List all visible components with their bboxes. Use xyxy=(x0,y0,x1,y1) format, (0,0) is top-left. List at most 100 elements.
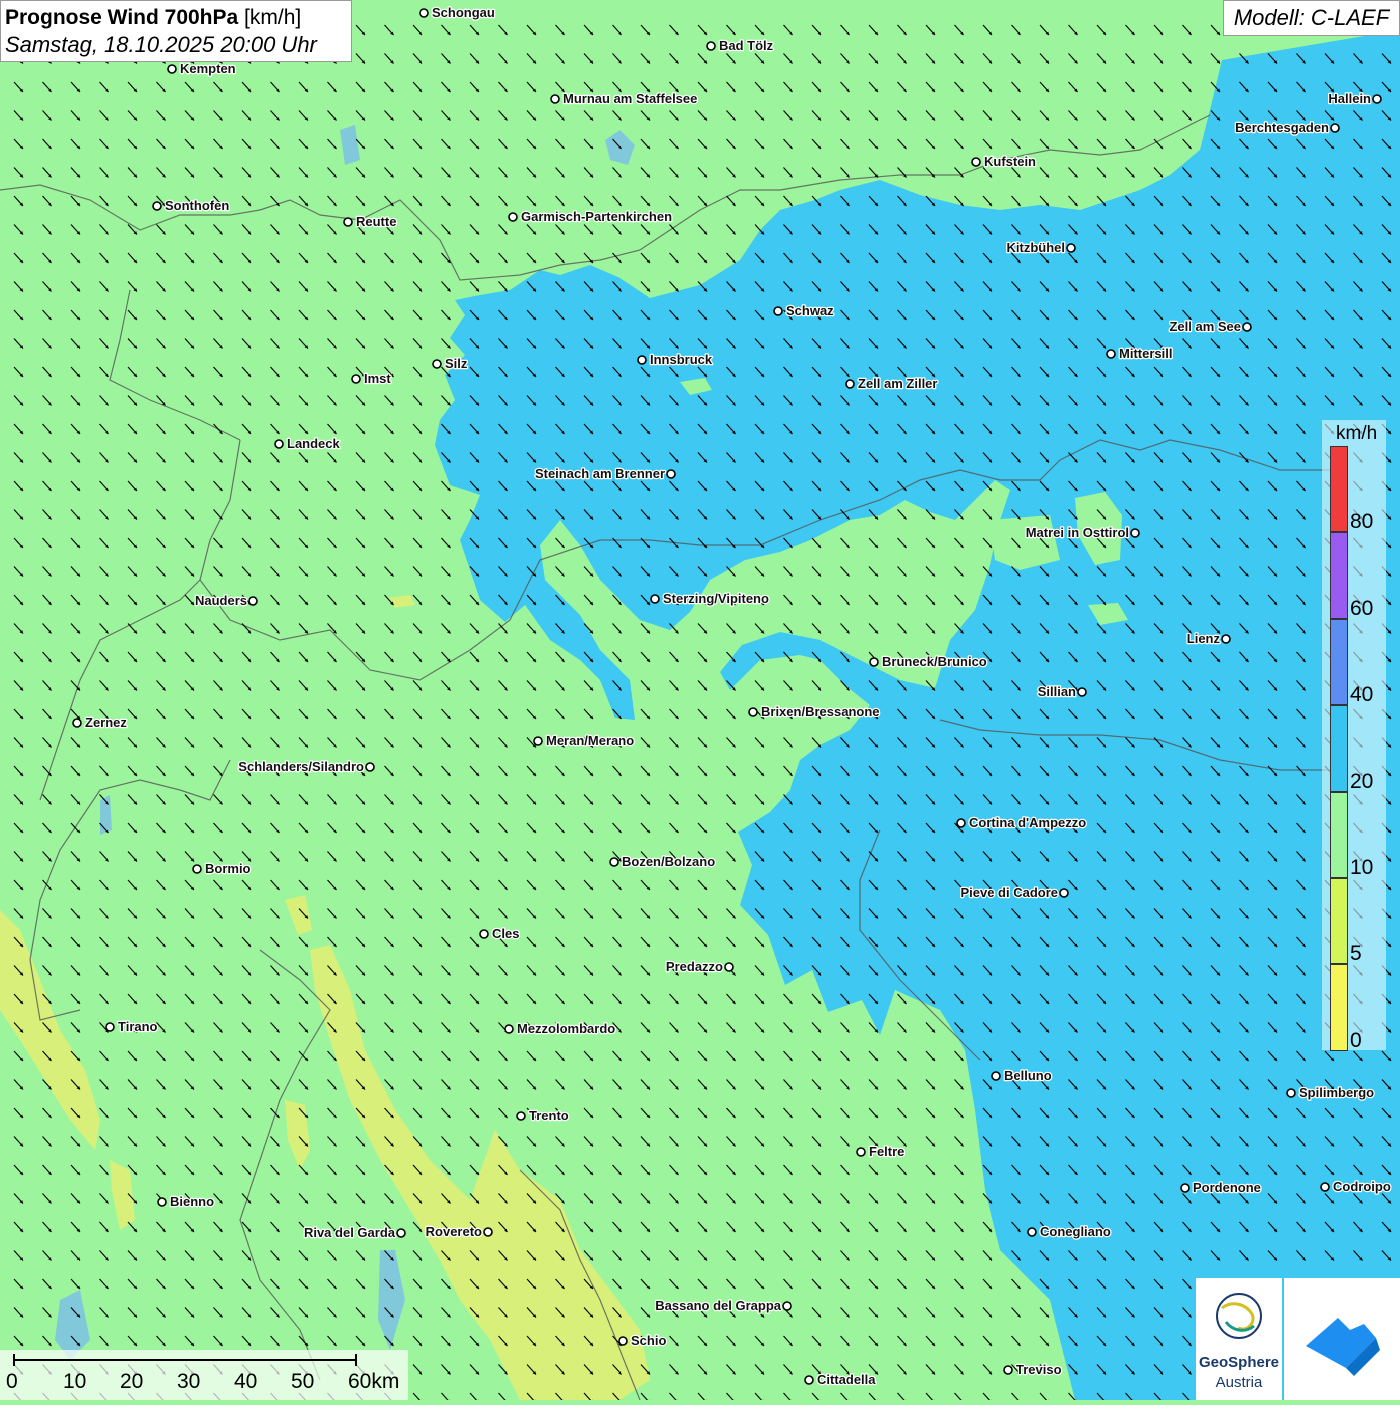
city-marker: Schlanders/Silandro xyxy=(237,758,375,775)
city-dot xyxy=(1059,888,1069,898)
city-dot xyxy=(248,596,258,606)
city-label: Matrei in Osttirol xyxy=(1026,525,1129,540)
city-dot xyxy=(1221,634,1231,644)
geosphere-emblem-icon xyxy=(1216,1293,1262,1339)
city-marker: Garmisch-Partenkirchen xyxy=(508,208,673,225)
title-box: Prognose Wind 700hPa [km/h] Samstag, 18.… xyxy=(0,0,352,62)
city-marker: Predazzo xyxy=(665,958,734,975)
city-dot xyxy=(1077,687,1087,697)
city-dot xyxy=(666,469,676,479)
city-label: Conegliano xyxy=(1040,1224,1111,1239)
city-dot xyxy=(618,1336,628,1346)
city-label: Lienz xyxy=(1187,631,1221,646)
city-label: Codroipo xyxy=(1333,1179,1391,1194)
city-dot xyxy=(396,1228,406,1238)
logo-line2: Austria xyxy=(1215,1374,1263,1391)
city-label: Silz xyxy=(445,356,468,371)
city-label: Schwaz xyxy=(786,303,834,318)
city-dot xyxy=(479,929,489,939)
city-label: Berchtesgaden xyxy=(1235,120,1329,135)
city-marker: Berchtesgaden xyxy=(1234,119,1340,136)
city-dot xyxy=(533,736,543,746)
city-marker: Brixen/Bressanone xyxy=(748,703,881,720)
city-label: Cittadella xyxy=(817,1372,876,1387)
city-dot xyxy=(105,1022,115,1032)
wind-map[interactable]: Schongau Bad Tölz Kempten Murnau am Staffel… xyxy=(0,0,1400,1400)
legend-band xyxy=(1330,705,1348,792)
legend-tick-label: 5 xyxy=(1350,942,1362,966)
map-title: Prognose Wind 700hPa [km/h] xyxy=(5,4,347,31)
city-marker: Pordenone xyxy=(1180,1179,1262,1196)
city-dot xyxy=(637,355,647,365)
legend-tick-label: 80 xyxy=(1350,510,1374,534)
city-label: Belluno xyxy=(1004,1068,1052,1083)
city-dot xyxy=(1003,1365,1013,1375)
city-marker: Riva del Garda xyxy=(303,1224,406,1241)
city-marker: Matrei in Osttirol xyxy=(1024,524,1140,541)
legend-tick-label: 10 xyxy=(1350,856,1374,879)
city-label: Trento xyxy=(529,1108,569,1123)
legend-band xyxy=(1330,618,1348,706)
city-label: Hallein xyxy=(1328,91,1371,106)
city-dot xyxy=(1242,322,1252,332)
city-label: Innsbruck xyxy=(650,352,713,367)
city-marker: Bassano del Grappa xyxy=(654,1297,792,1314)
city-label: Kempten xyxy=(180,61,236,76)
city-marker: Zell am Ziller xyxy=(845,375,939,392)
logo-line1: GeoSphere xyxy=(1198,1354,1280,1371)
city-label: Pordenone xyxy=(1193,1180,1261,1195)
city-dot xyxy=(1106,349,1116,359)
city-marker: Steinach am Brenner xyxy=(534,465,676,482)
city-label: Cles xyxy=(492,926,519,941)
city-dot xyxy=(724,962,734,972)
legend-band xyxy=(1330,878,1348,965)
city-marker: Bozen/Bolzano xyxy=(609,853,716,870)
legend-tick-label: 60 xyxy=(1350,596,1374,620)
city-label: Riva del Garda xyxy=(304,1225,396,1240)
city-marker: Meran/Merano xyxy=(533,732,635,749)
legend-tick-label: 40 xyxy=(1350,683,1374,707)
city-label: Bienno xyxy=(170,1194,214,1209)
city-dot xyxy=(1130,528,1140,538)
city-label: Bormio xyxy=(205,861,251,876)
city-dot xyxy=(706,41,716,51)
city-dot xyxy=(167,64,177,74)
city-dot xyxy=(773,306,783,316)
city-label: Zell am See xyxy=(1169,319,1241,334)
city-label: Pieve di Cadore xyxy=(960,885,1058,900)
scale-bar-line xyxy=(13,1354,357,1366)
city-label: Sterzing/Vipiteno xyxy=(663,591,769,606)
city-dot xyxy=(845,379,855,389)
city-label: Mezzolombardo xyxy=(517,1021,615,1036)
city-label: Bad Tölz xyxy=(719,38,774,53)
city-label: Nauders xyxy=(195,593,247,608)
legend-tick-label: 0 xyxy=(1350,1028,1362,1052)
city-label: Zernez xyxy=(85,715,127,730)
city-dot xyxy=(804,1375,814,1385)
city-marker: Sonthofen xyxy=(152,197,231,214)
city-label: Rovereto xyxy=(426,1224,482,1239)
city-label: Tirano xyxy=(118,1019,158,1034)
city-label: Bassano del Grappa xyxy=(655,1298,781,1313)
city-marker: Bruneck/Brunico xyxy=(869,653,988,670)
city-dot xyxy=(432,359,442,369)
city-label: Spilimbergo xyxy=(1299,1085,1374,1100)
product-unit: [km/h] xyxy=(244,6,302,29)
city-dot xyxy=(869,657,879,667)
city-label: Imst xyxy=(364,371,391,386)
scale-label: 60km xyxy=(348,1370,400,1393)
model-label: Modell: C-LAEF xyxy=(1223,0,1400,36)
city-label: Reutte xyxy=(356,214,396,229)
city-dot xyxy=(609,857,619,867)
city-dot xyxy=(192,864,202,874)
wind-zone-10-20-pocket-3 xyxy=(990,515,1060,570)
city-dot xyxy=(483,1227,493,1237)
city-dot xyxy=(365,762,375,772)
scale-label: 0 xyxy=(6,1370,18,1393)
city-marker: Sterzing/Vipiteno xyxy=(650,590,770,607)
city-dot xyxy=(1330,123,1340,133)
city-dot xyxy=(956,818,966,828)
city-marker: Conegliano xyxy=(1027,1223,1112,1240)
city-label: Kufstein xyxy=(984,154,1036,169)
city-dot xyxy=(343,217,353,227)
